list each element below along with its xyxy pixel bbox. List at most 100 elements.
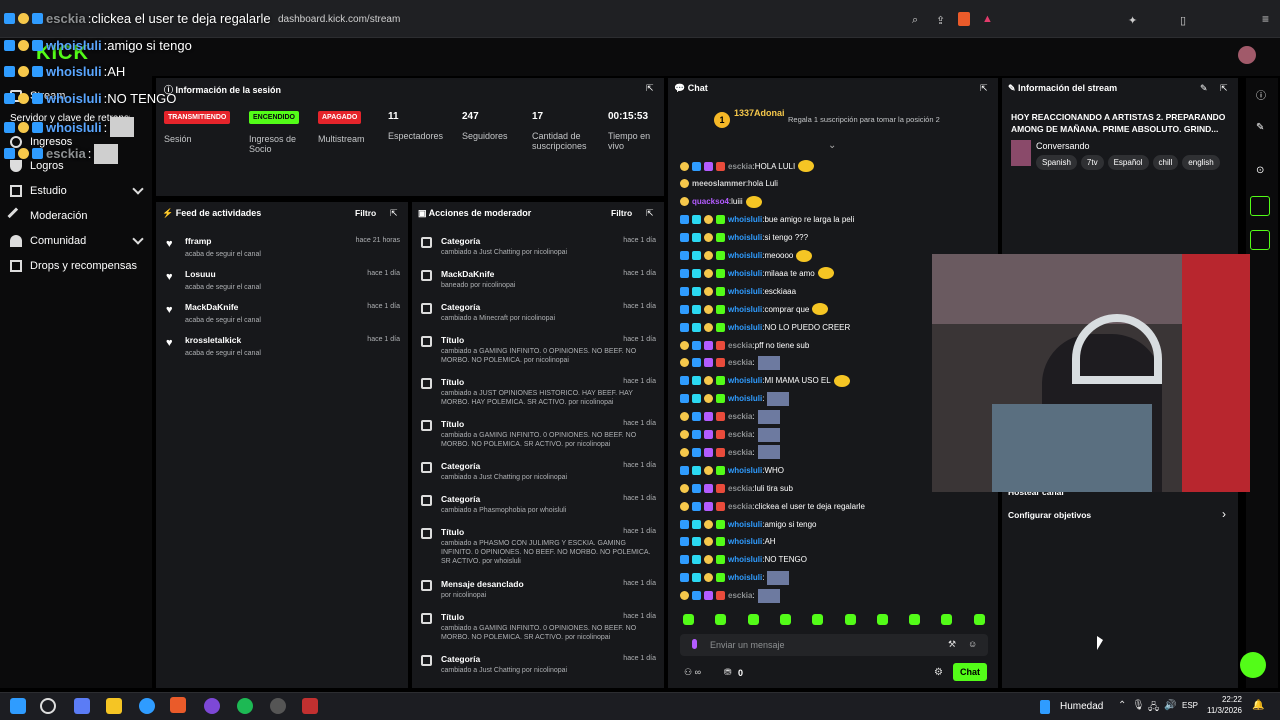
chat-username[interactable]: whoisluli <box>728 520 762 529</box>
weather-label[interactable]: Humedad <box>1060 701 1103 712</box>
mic-icon[interactable] <box>692 639 697 649</box>
leaderboard-user[interactable]: 1337Adonai <box>734 108 785 118</box>
lightning-button[interactable] <box>1250 196 1270 216</box>
search-icon[interactable] <box>40 698 56 714</box>
tag[interactable]: english <box>1182 155 1220 170</box>
brave-shield-icon[interactable] <box>958 12 970 26</box>
smiley-icon[interactable]: ☺ <box>968 639 977 649</box>
avatar[interactable] <box>1238 46 1256 64</box>
expand-icon[interactable]: ⇱ <box>646 208 654 219</box>
chat-username[interactable]: esckia <box>728 430 752 439</box>
sidebar-item-drops[interactable]: Drops y recompensas <box>10 256 150 276</box>
chat-username[interactable]: esckia <box>728 484 752 493</box>
configure-goals-item[interactable]: Configurar objetivos <box>1008 510 1091 520</box>
chat-username[interactable]: whoisluli <box>728 573 762 582</box>
emote-shortcut-icon[interactable] <box>909 614 921 625</box>
windows-start-icon[interactable] <box>10 698 26 714</box>
chat-username[interactable]: whoisluli <box>728 287 762 296</box>
menu-icon[interactable]: ≡ <box>1262 12 1269 26</box>
pin-icon[interactable]: ⌄ <box>828 140 836 151</box>
chat-input[interactable]: Enviar un mensaje <box>710 640 785 650</box>
chat-username[interactable]: whoisluli <box>728 215 762 224</box>
users-icon[interactable]: ⚇ ∞ <box>684 667 701 678</box>
emote-shortcut-icon[interactable] <box>715 614 727 625</box>
feed-filter-button[interactable]: Filtro <box>355 208 376 218</box>
app-icon[interactable] <box>204 698 220 714</box>
search-icon[interactable]: ⌕ <box>912 14 918 27</box>
tag[interactable]: 7tv <box>1080 155 1104 170</box>
tag[interactable]: Español <box>1107 155 1149 170</box>
app-icon-red[interactable] <box>302 698 318 714</box>
emote-shortcut-icon[interactable] <box>747 614 759 625</box>
expand-icon[interactable]: ⇱ <box>390 208 398 219</box>
edit-icon[interactable]: ✎ <box>1200 83 1208 94</box>
emote-shortcut-icon[interactable] <box>779 614 791 625</box>
notification-icon[interactable]: 🔔 <box>1252 700 1264 711</box>
url-text[interactable]: dashboard.kick.com/stream <box>278 14 400 25</box>
emote-shortcut-icon[interactable] <box>812 614 824 625</box>
extensions-icon[interactable]: ✦ <box>1128 14 1137 27</box>
emote-picker-icon[interactable]: ⚒ <box>948 639 956 650</box>
help-button[interactable] <box>1240 652 1266 678</box>
sidebar-item-estudio[interactable]: Estudio <box>10 181 150 201</box>
category-name[interactable]: Conversando <box>1036 141 1090 151</box>
network-icon[interactable]: 🖧 <box>1148 700 1159 717</box>
gift-hint[interactable]: Regala 1 suscripción para tomar la posic… <box>788 115 940 124</box>
expand-icon[interactable]: ⇱ <box>646 83 654 94</box>
spotify-icon[interactable] <box>237 698 253 714</box>
popout-icon[interactable]: ⇱ <box>980 83 988 94</box>
file-explorer-icon[interactable] <box>106 698 122 714</box>
language-indicator[interactable]: ESP <box>1182 701 1198 710</box>
emote-shortcut-icon[interactable] <box>973 614 985 625</box>
edge-icon[interactable] <box>139 698 155 714</box>
sidebar-item-moderacion[interactable]: Moderación <box>7 206 150 226</box>
chat-username[interactable]: esckia <box>728 341 752 350</box>
pencil-icon[interactable]: ✎ <box>1256 122 1264 133</box>
clipboard-button[interactable] <box>1250 230 1270 250</box>
mod-filter-button[interactable]: Filtro <box>611 208 632 218</box>
emote-shortcut-icon[interactable] <box>844 614 856 625</box>
share-icon[interactable]: ⇪ <box>936 14 945 27</box>
chat-username[interactable]: esckia <box>728 412 752 421</box>
brave-icon[interactable] <box>170 697 186 713</box>
clock-time[interactable]: 22:22 <box>1208 695 1242 704</box>
chat-username[interactable]: whoisluli <box>728 305 762 314</box>
mic-icon[interactable]: 🎙 <box>1132 700 1145 711</box>
chat-username[interactable]: whoisluli <box>728 555 762 564</box>
volume-icon[interactable]: 🔊 <box>1164 700 1176 711</box>
clock-date[interactable]: 11/3/2026 <box>1200 706 1242 715</box>
feed-item-name[interactable]: krossletalkick <box>185 335 241 345</box>
feed-item-name[interactable]: MackDaKnife <box>185 302 238 312</box>
chat-send-button[interactable]: Chat <box>953 663 987 681</box>
chat-username[interactable]: esckia <box>728 591 752 600</box>
camera-icon[interactable]: ⊙ <box>1256 165 1264 176</box>
chat-username[interactable]: quackso4 <box>692 197 729 206</box>
expand-icon[interactable]: ⇱ <box>1220 83 1228 94</box>
sidebar-item-comunidad[interactable]: Comunidad <box>10 231 150 251</box>
tag[interactable]: chill <box>1152 155 1179 170</box>
tray-chevron-icon[interactable]: ⌃ <box>1118 700 1126 711</box>
feed-item-name[interactable]: fframp <box>185 236 211 246</box>
chat-username[interactable]: whoisluli <box>728 376 762 385</box>
chat-username[interactable]: whoisluli <box>728 269 762 278</box>
chat-username[interactable]: esckia <box>728 358 752 367</box>
chat-username[interactable]: esckia <box>728 162 752 171</box>
feed-item-name[interactable]: Losuuu <box>185 269 216 279</box>
obs-icon[interactable] <box>270 698 286 714</box>
chat-username[interactable]: whoisluli <box>728 537 762 546</box>
chat-username[interactable]: whoisluli <box>728 394 762 403</box>
sidebar-toggle-icon[interactable]: ▯ <box>1180 14 1186 27</box>
emote-shortcut-icon[interactable] <box>876 614 888 625</box>
chat-username[interactable]: whoisluli <box>728 466 762 475</box>
chat-username[interactable]: whoisluli <box>728 251 762 260</box>
chat-username[interactable]: esckia <box>728 502 752 511</box>
chat-username[interactable]: whoisluli <box>728 323 762 332</box>
chat-username[interactable]: esckia <box>728 448 752 457</box>
info-icon[interactable]: ⓘ <box>1256 87 1266 102</box>
chat-username[interactable]: meeoslammer <box>692 179 746 188</box>
emote-shortcut-icon[interactable] <box>683 614 694 625</box>
chat-username[interactable]: whoisluli <box>728 233 762 242</box>
copilot-icon[interactable] <box>74 698 90 714</box>
tag[interactable]: Spanish <box>1036 155 1077 170</box>
settings-gear-icon[interactable]: ⚙ <box>934 667 943 678</box>
